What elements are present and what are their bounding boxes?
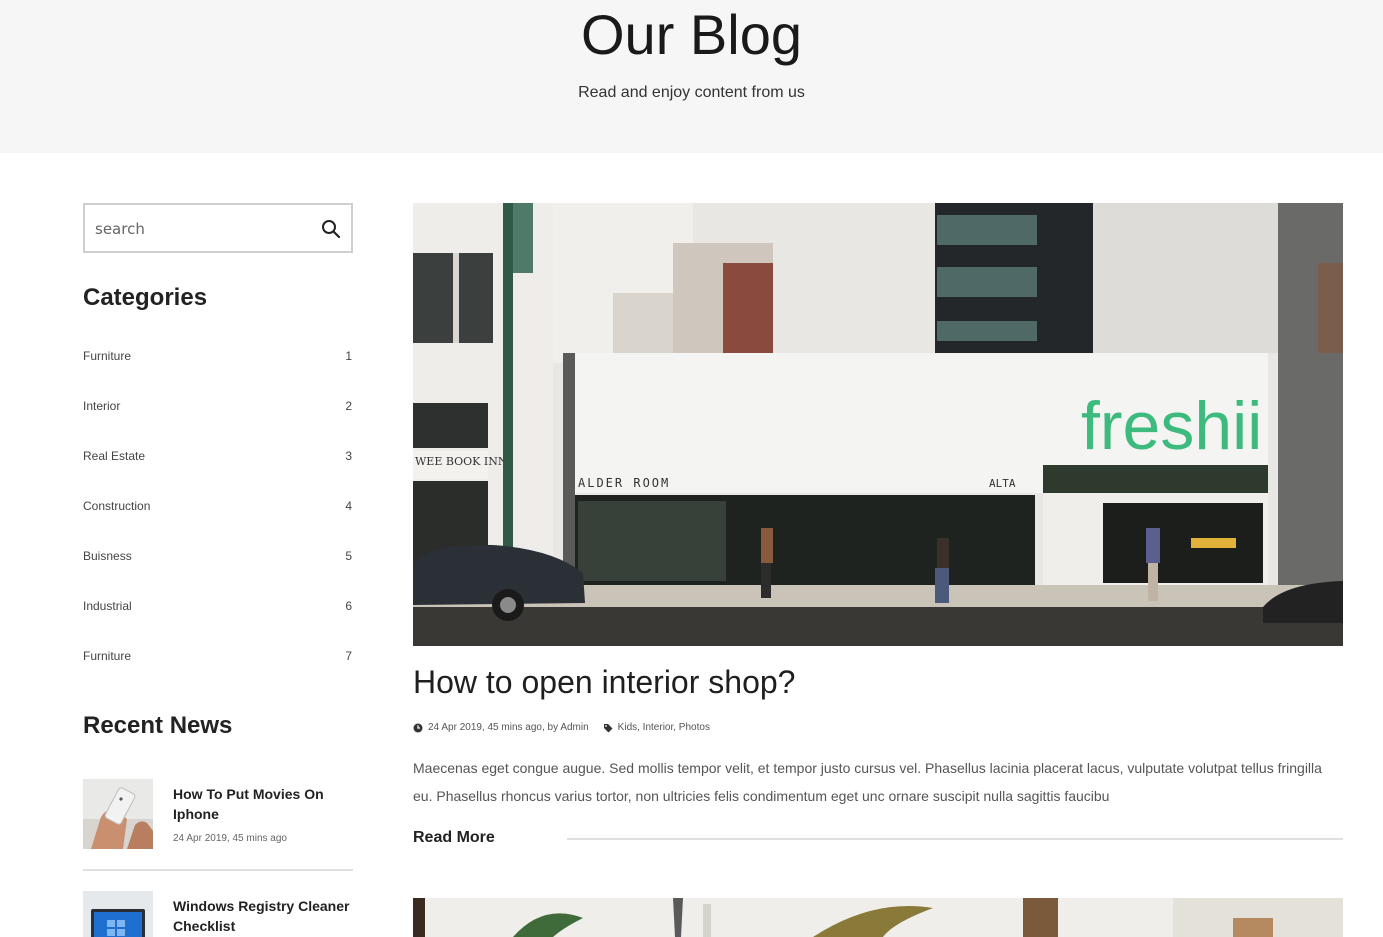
news-thumbnail-laptop[interactable]	[83, 891, 153, 937]
search-box	[83, 203, 353, 253]
sign-freshii: freshii	[1081, 388, 1262, 464]
post-tags[interactable]: Kids, Interior, Photos	[618, 722, 710, 733]
category-name: Interior	[83, 399, 121, 413]
category-name: Industrial	[83, 599, 132, 613]
category-name: Furniture	[83, 649, 132, 663]
category-count: 1	[345, 349, 352, 363]
search-input[interactable]	[95, 215, 315, 243]
post-date-author: 24 Apr 2019, 45 mins ago, by Admin	[428, 722, 589, 733]
sign-alder-room: ALDER ROOM	[578, 476, 670, 490]
read-more-divider	[567, 838, 1343, 840]
category-item-industrial[interactable]: Industrial 6	[83, 595, 353, 645]
category-list: Furniture 1 Interior 2 Real Estate 3 Con…	[83, 345, 353, 695]
post-excerpt: Maecenas eget congue augue. Sed mollis t…	[413, 760, 1322, 804]
sign-alta: ALTA	[989, 477, 1016, 490]
post-featured-image-2[interactable]	[413, 898, 1343, 937]
search-icon[interactable]	[321, 219, 341, 239]
category-item-furniture[interactable]: Furniture 1	[83, 345, 353, 395]
recent-news-item[interactable]: How To Put Movies On Iphone 24 Apr 2019,…	[83, 779, 353, 851]
news-thumbnail-phone[interactable]	[83, 779, 153, 849]
news-divider	[83, 869, 353, 871]
category-count: 7	[345, 649, 352, 663]
recent-news-item[interactable]: Windows Registry Cleaner Checklist	[83, 891, 353, 937]
category-item-business[interactable]: Buisness 5	[83, 545, 353, 595]
category-count: 6	[345, 599, 352, 613]
recent-news-heading: Recent News	[83, 712, 233, 739]
categories-heading: Categories	[83, 284, 208, 311]
tag-icon	[603, 723, 613, 733]
category-count: 4	[345, 499, 352, 513]
category-item-furniture-2[interactable]: Furniture 7	[83, 645, 353, 695]
category-count: 5	[345, 549, 352, 563]
category-name: Real Estate	[83, 449, 146, 463]
category-count: 2	[345, 399, 352, 413]
category-item-real-estate[interactable]: Real Estate 3	[83, 445, 353, 495]
page-hero: Our Blog Read and enjoy content from us	[0, 0, 1383, 153]
clock-icon	[413, 723, 423, 733]
post-title[interactable]: How to open interior shop?	[413, 664, 795, 701]
news-title[interactable]: Windows Registry Cleaner Checklist	[173, 896, 353, 936]
category-name: Buisness	[83, 549, 132, 563]
read-more-link[interactable]: Read More	[413, 829, 495, 847]
category-item-interior[interactable]: Interior 2	[83, 395, 353, 445]
sign-wee-book-inn: WEE BOOK INN	[415, 455, 508, 468]
storefront-illustration: WEE BOOK INN ALDER ROOM ALTA freshii	[413, 203, 1343, 646]
category-name: Furniture	[83, 349, 132, 363]
page-title: Our Blog	[581, 3, 802, 66]
news-title[interactable]: How To Put Movies On Iphone	[173, 784, 358, 824]
post-meta: 24 Apr 2019, 45 mins ago, by Admin Kids,…	[413, 722, 710, 733]
news-date: 24 Apr 2019, 45 mins ago	[173, 833, 287, 844]
category-name: Construction	[83, 499, 151, 513]
page-subtitle: Read and enjoy content from us	[578, 84, 805, 101]
post-featured-image[interactable]: WEE BOOK INN ALDER ROOM ALTA freshii	[413, 203, 1343, 646]
category-item-construction[interactable]: Construction 4	[83, 495, 353, 545]
category-count: 3	[345, 449, 352, 463]
